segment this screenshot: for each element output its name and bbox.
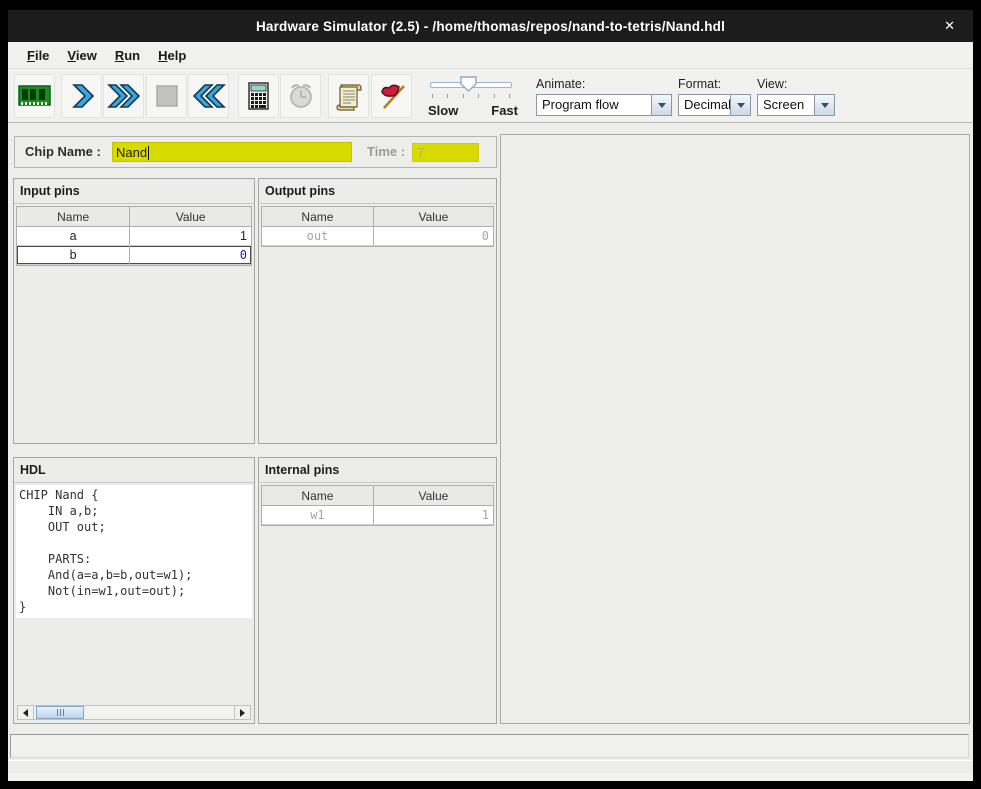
pin-row-b: b 0 [17, 246, 251, 265]
scrollbar-thumb[interactable] [36, 706, 84, 719]
pin-value: 1 [373, 506, 493, 524]
hdl-horizontal-scrollbar[interactable] [17, 705, 251, 720]
hdl-panel: HDL CHIP Nand { IN a,b; OUT out; PARTS: … [13, 457, 255, 724]
animate-label: Animate: [536, 77, 585, 91]
pin-value-editing[interactable]: 0 [129, 246, 251, 264]
col-header-name: Name [262, 207, 373, 226]
chip-name-label: Chip Name : [25, 137, 101, 167]
text-caret [148, 146, 149, 160]
desktop: { "window": { "title": "Hardware Simulat… [0, 0, 981, 789]
chip-name-input[interactable]: Nand [112, 142, 352, 162]
menu-file[interactable]: File [18, 45, 58, 66]
run-button[interactable] [103, 74, 144, 118]
col-header-name: Name [262, 486, 373, 505]
stop-icon [154, 83, 180, 109]
menu-bar: File View Run Help [8, 42, 973, 69]
clock-icon [286, 81, 316, 111]
app-window: Hardware Simulator (2.5) - /home/thomas/… [8, 10, 973, 781]
status-message-bar [10, 734, 969, 758]
single-step-button[interactable] [61, 74, 102, 118]
toolbar: Slow Fast Animate: Program flow Format: … [8, 69, 973, 123]
view-select[interactable]: Screen [757, 94, 835, 116]
pin-name: w1 [262, 506, 373, 524]
chip-header-bar: Chip Name : Nand Time : 7 [14, 136, 497, 168]
single-step-icon [68, 82, 96, 110]
hdl-title: HDL [14, 458, 254, 483]
pin-row-out: out 0 [262, 227, 493, 246]
script-icon [334, 81, 364, 111]
pin-name: b [17, 246, 129, 264]
bottom-strip [8, 760, 973, 773]
pin-name: a [17, 227, 129, 245]
close-icon[interactable]: ✕ [944, 10, 955, 42]
pin-value: 0 [373, 227, 493, 245]
fast-label: Fast [491, 103, 518, 118]
menu-view[interactable]: View [58, 45, 105, 66]
scroll-right-arrow-icon[interactable] [234, 706, 250, 719]
format-group: Format: Decimal [678, 77, 751, 116]
hdl-code-view[interactable]: CHIP Nand { IN a,b; OUT out; PARTS: And(… [16, 485, 252, 618]
chip-display-panel [500, 134, 970, 724]
animate-value: Program flow [537, 95, 651, 115]
breakpoints-button[interactable] [371, 74, 412, 118]
load-chip-button[interactable] [14, 74, 55, 118]
menu-help[interactable]: Help [149, 45, 195, 66]
slider-ticks [432, 94, 510, 98]
rewind-button[interactable] [188, 74, 229, 118]
pin-value[interactable]: 1 [129, 227, 251, 245]
pin-row-w1: w1 1 [262, 506, 493, 525]
view-value: Screen [758, 95, 814, 115]
pin-name: out [262, 227, 373, 245]
view-group: View: Screen [757, 77, 835, 116]
rewind-icon [192, 82, 226, 110]
col-header-name: Name [17, 207, 129, 226]
chip-name-value: Nand [116, 145, 147, 160]
main-content: Chip Name : Nand Time : 7 Input pins Nam… [8, 123, 973, 772]
scroll-left-arrow-icon[interactable] [18, 706, 34, 719]
animate-group: Animate: Program flow [536, 77, 672, 116]
run-icon [107, 82, 141, 110]
time-field: 7 [412, 143, 479, 162]
format-select[interactable]: Decimal [678, 94, 751, 116]
internal-pins-title: Internal pins [259, 458, 496, 483]
speed-slider[interactable]: Slow Fast [428, 73, 514, 119]
col-header-value: Value [373, 207, 493, 226]
col-header-value: Value [129, 207, 251, 226]
time-label: Time : [367, 137, 405, 167]
chip-icon [17, 82, 53, 110]
output-pins-panel: Output pins Name Value out 0 [258, 178, 497, 444]
clock-button[interactable] [280, 74, 321, 118]
format-value: Decimal [679, 95, 730, 115]
format-label: Format: [678, 77, 721, 91]
input-pins-panel: Input pins Name Value a 1 b 0 [13, 178, 255, 444]
calculator-icon [246, 81, 272, 111]
view-label: View: [757, 77, 787, 91]
pin-row-a: a 1 [17, 227, 251, 246]
internal-pins-panel: Internal pins Name Value w1 1 [258, 457, 497, 724]
output-pins-table: Name Value out 0 [261, 206, 494, 247]
window-title: Hardware Simulator (2.5) - /home/thomas/… [256, 19, 725, 34]
chevron-down-icon[interactable] [651, 95, 671, 115]
col-header-value: Value [373, 486, 493, 505]
title-bar: Hardware Simulator (2.5) - /home/thomas/… [8, 10, 973, 42]
chevron-down-icon[interactable] [814, 95, 834, 115]
evaluate-button[interactable] [238, 74, 279, 118]
view-script-button[interactable] [328, 74, 369, 118]
menu-run[interactable]: Run [106, 45, 149, 66]
input-pins-title: Input pins [14, 179, 254, 204]
breakpoint-flag-icon [377, 81, 407, 111]
chevron-down-icon[interactable] [730, 95, 750, 115]
scrollbar-track[interactable] [34, 706, 234, 719]
stop-button[interactable] [146, 74, 187, 118]
output-pins-title: Output pins [259, 179, 496, 204]
input-pins-table: Name Value a 1 b 0 [16, 206, 252, 266]
slow-label: Slow [428, 103, 458, 118]
animate-select[interactable]: Program flow [536, 94, 672, 116]
internal-pins-table: Name Value w1 1 [261, 485, 494, 526]
